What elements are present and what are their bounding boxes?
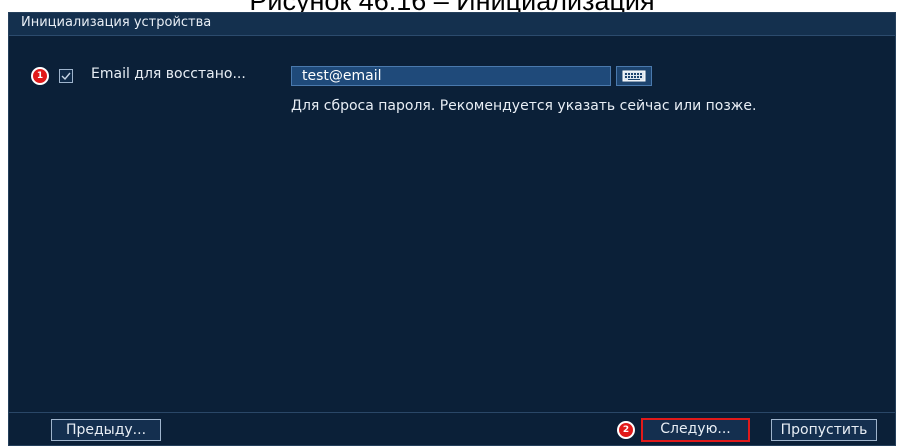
next-button[interactable]: Следую... (641, 418, 750, 442)
window-title: Инициализация устройства (21, 15, 212, 30)
email-recovery-label: Email для восстано... (91, 66, 246, 82)
init-window: Инициализация устройства 1 Email для вос… (8, 12, 896, 446)
checkmark-icon (61, 72, 71, 81)
keyboard-icon (622, 70, 646, 82)
annotation-marker-2: 2 (617, 421, 635, 439)
keyboard-button[interactable] (616, 66, 652, 86)
email-hint: Для сброса пароля. Рекомендуется указать… (291, 98, 757, 114)
title-bar: Инициализация устройства (9, 13, 895, 36)
email-input[interactable] (291, 66, 611, 86)
skip-button[interactable]: Пропустить (771, 419, 877, 441)
bottom-bar: Предыду... 2 Следую... Пропустить (9, 412, 895, 445)
email-recovery-checkbox[interactable] (59, 69, 73, 83)
previous-button[interactable]: Предыду... (51, 419, 161, 441)
annotation-marker-1: 1 (31, 67, 49, 85)
